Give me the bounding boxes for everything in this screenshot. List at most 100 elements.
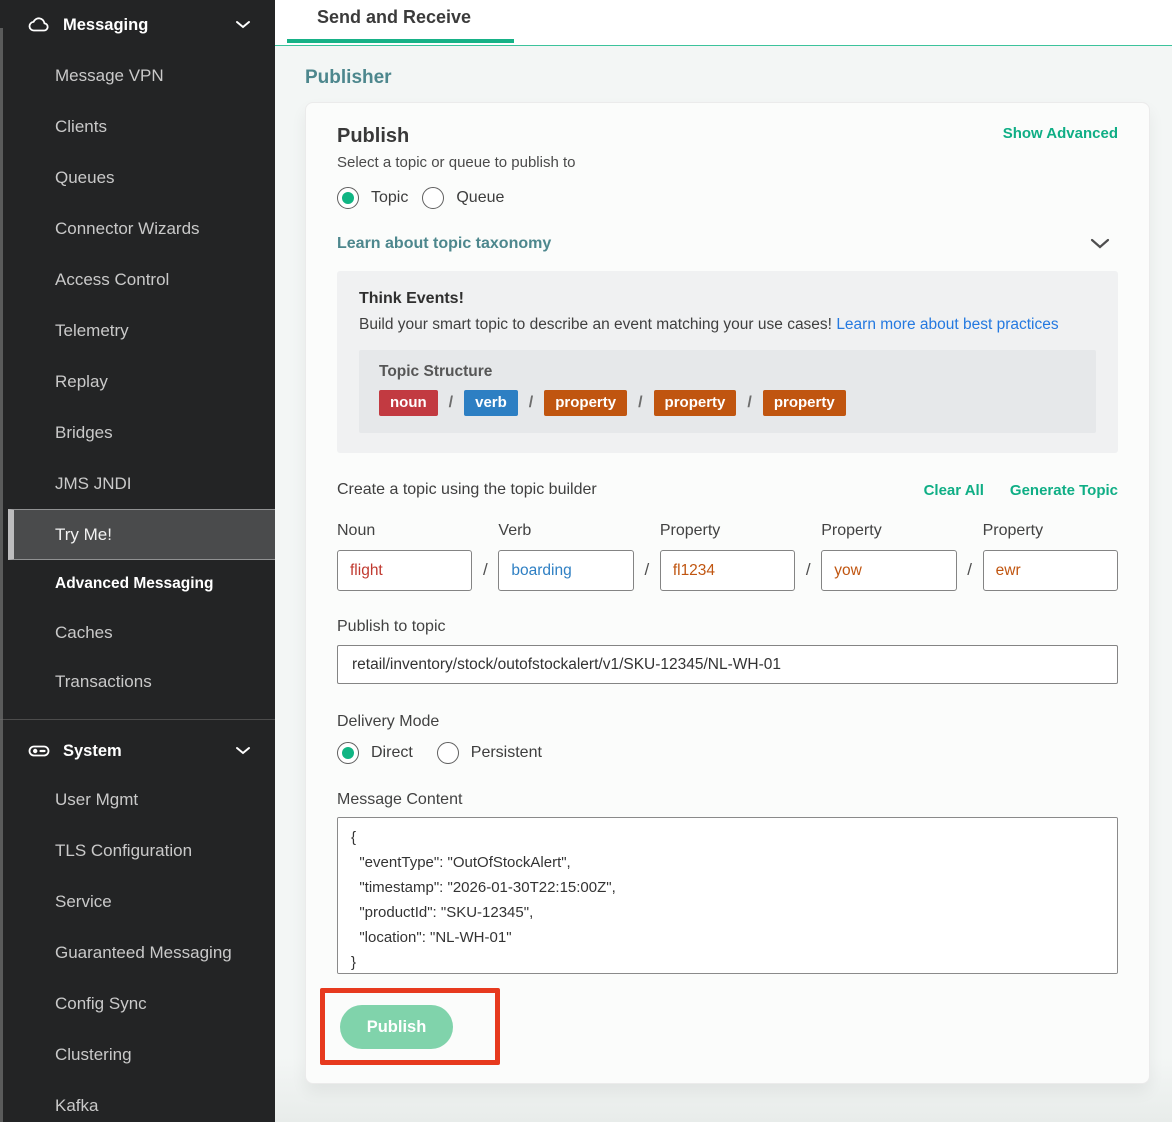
tab-send-and-receive[interactable]: Send and Receive bbox=[317, 7, 471, 28]
sidebar-item-label: Guaranteed Messaging bbox=[55, 943, 232, 963]
sidebar-item-connector-wizards[interactable]: Connector Wizards bbox=[0, 203, 275, 254]
property-1-input[interactable] bbox=[660, 550, 795, 591]
show-advanced-link[interactable]: Show Advanced bbox=[1003, 125, 1118, 142]
sidebar-item-bridges[interactable]: Bridges bbox=[0, 407, 275, 458]
topic-structure-panel: Topic Structure noun / verb / property /… bbox=[359, 350, 1096, 433]
radio-queue-label: Queue bbox=[456, 189, 504, 207]
sidebar-item-label: Try Me! bbox=[55, 525, 112, 545]
sidebar-item-advanced-messaging[interactable]: Advanced Messaging bbox=[0, 560, 275, 608]
topic-taxonomy-link[interactable]: Learn about topic taxonomy bbox=[337, 235, 551, 253]
sidebar-item-replay[interactable]: Replay bbox=[0, 356, 275, 407]
field-label-noun: Noun bbox=[337, 522, 472, 540]
radio-queue[interactable]: Queue bbox=[422, 187, 504, 209]
sidebar-section-messaging[interactable]: Messaging bbox=[0, 0, 275, 50]
badge-noun: noun bbox=[379, 390, 438, 416]
sidebar-item-label: User Mgmt bbox=[55, 790, 138, 810]
topic-structure-label: Topic Structure bbox=[379, 363, 1076, 381]
field-label-property-2: Property bbox=[821, 522, 956, 540]
system-icon bbox=[27, 739, 51, 763]
clear-all-link[interactable]: Clear All bbox=[924, 482, 984, 499]
publish-button[interactable]: Publish bbox=[340, 1005, 453, 1049]
sidebar-scrollbar[interactable] bbox=[0, 28, 3, 1122]
sidebar-item-tls-configuration[interactable]: TLS Configuration bbox=[0, 825, 275, 876]
noun-input[interactable] bbox=[337, 550, 472, 591]
cloud-icon bbox=[27, 13, 51, 37]
topic-builder-label: Create a topic using the topic builder bbox=[337, 481, 597, 499]
sidebar-item-label: Config Sync bbox=[55, 994, 147, 1014]
delivery-mode-label: Delivery Mode bbox=[337, 713, 1118, 731]
radio-persistent-control[interactable] bbox=[437, 742, 459, 764]
sidebar-item-access-control[interactable]: Access Control bbox=[0, 254, 275, 305]
field-label-verb: Verb bbox=[498, 522, 633, 540]
sidebar-item-telemetry[interactable]: Telemetry bbox=[0, 305, 275, 356]
publish-topic-input[interactable] bbox=[337, 645, 1118, 684]
radio-queue-control[interactable] bbox=[422, 187, 444, 209]
property-3-input[interactable] bbox=[983, 550, 1118, 591]
main-content: Send and Receive Publisher Publish Show … bbox=[275, 0, 1172, 1122]
publish-to-topic-label: Publish to topic bbox=[337, 618, 1118, 636]
think-events-title: Think Events! bbox=[359, 290, 1096, 308]
badge-property: property bbox=[763, 390, 846, 416]
publisher-card: Publish Show Advanced Select a topic or … bbox=[305, 102, 1150, 1084]
sidebar-item-label: Access Control bbox=[55, 270, 169, 290]
sidebar-item-label: Caches bbox=[55, 623, 113, 643]
publish-subheading: Select a topic or queue to publish to bbox=[337, 154, 1118, 171]
radio-direct[interactable]: Direct bbox=[337, 742, 413, 764]
sidebar-section-label: Messaging bbox=[63, 16, 148, 35]
sidebar-section-system[interactable]: System bbox=[0, 728, 275, 774]
sidebar-item-guaranteed-messaging[interactable]: Guaranteed Messaging bbox=[0, 927, 275, 978]
property-2-input[interactable] bbox=[821, 550, 956, 591]
sidebar-item-label: Bridges bbox=[55, 423, 113, 443]
chevron-down-icon[interactable] bbox=[235, 746, 251, 756]
radio-direct-control[interactable] bbox=[337, 742, 359, 764]
chevron-down-icon[interactable] bbox=[1090, 238, 1110, 250]
slash-separator: / bbox=[449, 394, 453, 412]
radio-persistent-label: Persistent bbox=[471, 744, 542, 762]
sidebar-item-label: Clustering bbox=[55, 1045, 132, 1065]
slash-separator: / bbox=[747, 394, 751, 412]
sidebar-item-label: Telemetry bbox=[55, 321, 129, 341]
sidebar-item-queues[interactable]: Queues bbox=[0, 152, 275, 203]
sidebar-item-label: Advanced Messaging bbox=[55, 575, 214, 593]
sidebar-item-jms-jndi[interactable]: JMS JNDI bbox=[0, 458, 275, 509]
slash-separator: / bbox=[957, 560, 983, 591]
sidebar-item-clients[interactable]: Clients bbox=[0, 101, 275, 152]
badge-property: property bbox=[544, 390, 627, 416]
sidebar-item-label: Transactions bbox=[55, 672, 152, 692]
tab-active-underline bbox=[287, 39, 514, 43]
radio-topic-control[interactable] bbox=[337, 187, 359, 209]
destination-radio-group: Topic Queue bbox=[337, 187, 1118, 209]
delivery-mode-radio-group: Direct Persistent bbox=[337, 742, 1118, 764]
chevron-down-icon[interactable] bbox=[235, 20, 251, 30]
sidebar-item-caches[interactable]: Caches bbox=[0, 608, 275, 657]
sidebar-item-clustering[interactable]: Clustering bbox=[0, 1029, 275, 1080]
sidebar-item-service[interactable]: Service bbox=[0, 876, 275, 927]
content-area: Publisher Publish Show Advanced Select a… bbox=[275, 47, 1172, 1122]
generate-topic-link[interactable]: Generate Topic bbox=[1010, 482, 1118, 499]
radio-topic[interactable]: Topic bbox=[337, 187, 408, 209]
field-label-property-1: Property bbox=[660, 522, 795, 540]
sidebar-item-kafka[interactable]: Kafka bbox=[0, 1080, 275, 1122]
tab-bar: Send and Receive bbox=[275, 0, 1172, 46]
think-events-text: Build your smart topic to describe an ev… bbox=[359, 316, 1096, 334]
field-label-property-3: Property bbox=[983, 522, 1118, 540]
badge-verb: verb bbox=[464, 390, 518, 416]
radio-persistent[interactable]: Persistent bbox=[437, 742, 542, 764]
verb-input[interactable] bbox=[498, 550, 633, 591]
sidebar-item-config-sync[interactable]: Config Sync bbox=[0, 978, 275, 1029]
topic-builder-fields: Noun / Verb / Property / Property bbox=[337, 522, 1118, 591]
radio-direct-label: Direct bbox=[371, 744, 413, 762]
sidebar-item-label: TLS Configuration bbox=[55, 841, 192, 861]
message-content-textarea[interactable]: { "eventType": "OutOfStockAlert", "times… bbox=[337, 817, 1118, 974]
sidebar-item-label: Queues bbox=[55, 168, 115, 188]
sidebar-item-transactions[interactable]: Transactions bbox=[0, 657, 275, 707]
sidebar-item-user-mgmt[interactable]: User Mgmt bbox=[0, 774, 275, 825]
best-practices-link[interactable]: Learn more about best practices bbox=[836, 316, 1058, 333]
sidebar-item-try-me[interactable]: Try Me! bbox=[8, 509, 275, 560]
message-content-label: Message Content bbox=[337, 791, 1118, 809]
sidebar-item-label: Replay bbox=[55, 372, 108, 392]
slash-separator: / bbox=[634, 560, 660, 591]
sidebar-item-message-vpn[interactable]: Message VPN bbox=[0, 50, 275, 101]
page-title: Publisher bbox=[305, 67, 1172, 89]
think-events-body: Build your smart topic to describe an ev… bbox=[359, 316, 832, 333]
